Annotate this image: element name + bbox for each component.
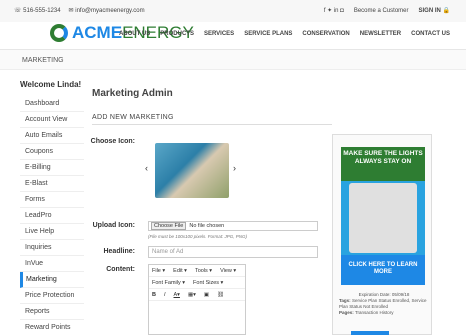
main-nav: ABOUT US PRODUCTS SERVICES SERVICE PLANS… <box>119 31 450 37</box>
file-hint: (File must be 100x100 pixels. Format: JP… <box>148 234 248 239</box>
sidebar-item-reports[interactable]: Reports <box>20 304 84 320</box>
sidebar-item-account-view[interactable]: Account View <box>20 112 84 128</box>
highlight-icon[interactable]: ▦▾ <box>188 292 196 298</box>
sidebar: Welcome Linda! Dashboard Account View Au… <box>20 80 84 335</box>
font-size-select[interactable]: Font Sizes ▾ <box>193 280 223 286</box>
font-family-select[interactable]: Font Family ▾ <box>152 280 185 286</box>
top-bar: ☏ 516-555-1234 ✉ info@myacmeenergy.com f… <box>0 0 466 22</box>
chevron-left-icon[interactable]: ‹ <box>145 163 148 173</box>
sidebar-item-live-help[interactable]: Live Help <box>20 224 84 240</box>
ad-banner[interactable]: MAKE SURE THE LIGHTS ALWAYS STAY ON CLIC… <box>341 147 425 285</box>
image-icon[interactable]: ▣ <box>204 292 209 298</box>
section-title: ADD NEW MARKETING <box>92 114 332 125</box>
become-customer-link[interactable]: Become a Customer <box>354 8 409 14</box>
headline-label: Headline: <box>103 248 135 255</box>
editor-fontbar: Font Family ▾ Font Sizes ▾ <box>149 277 245 289</box>
italic-icon[interactable]: I <box>164 292 166 298</box>
breadcrumb: MARKETING <box>0 50 466 70</box>
sidebar-item-coupons[interactable]: Coupons <box>20 144 84 160</box>
header: ACME ENERGY ABOUT US PRODUCTS SERVICES SE… <box>0 22 466 50</box>
generator-image <box>349 183 417 253</box>
content-label: Content: <box>106 266 135 273</box>
choose-file-button[interactable]: Choose File <box>151 222 187 230</box>
link-icon[interactable]: ⛓ <box>217 292 224 298</box>
carousel-image[interactable] <box>155 143 229 198</box>
ad-cta[interactable]: CLICK HERE TO LEARN MORE <box>341 255 425 285</box>
ad-tags: Tags: Service Plan Status Enrolled, Serv… <box>339 298 427 309</box>
file-input[interactable]: Choose File No file chosen <box>148 221 318 231</box>
sidebar-item-reward-points[interactable]: Reward Points <box>20 320 84 335</box>
editor-menu-tools[interactable]: Tools ▾ <box>195 268 212 274</box>
ad-details: Expiration Date: 05/09/18 Tags: Service … <box>339 292 429 316</box>
sidebar-item-e-billing[interactable]: E-Billing <box>20 160 84 176</box>
icon-carousel: ‹ › <box>145 143 245 198</box>
logo-icon <box>50 24 68 42</box>
upload-icon-label: Upload Icon: <box>92 222 135 229</box>
nav-conservation[interactable]: CONSERVATION <box>302 31 349 37</box>
ad-heading: MAKE SURE THE LIGHTS ALWAYS STAY ON <box>341 147 425 181</box>
ad-preview-panel: MAKE SURE THE LIGHTS ALWAYS STAY ON CLIC… <box>332 134 432 335</box>
editor-menu-edit[interactable]: Edit ▾ <box>173 268 187 274</box>
content-editor[interactable]: File ▾ Edit ▾ Tools ▾ View ▾ Font Family… <box>148 264 246 335</box>
nav-contact[interactable]: CONTACT US <box>411 31 450 37</box>
main-content: Marketing Admin ADD NEW MARKETING <box>92 88 452 125</box>
nav-newsletter[interactable]: NEWSLETTER <box>360 31 401 37</box>
bold-icon[interactable]: B <box>152 292 156 298</box>
sidebar-item-invue[interactable]: InVue <box>20 256 84 272</box>
editor-formatbar: B I A▾ ▦▾ ▣ ⛓ <box>149 289 245 301</box>
nav-products[interactable]: PRODUCTS <box>160 31 194 37</box>
sidebar-item-dashboard[interactable]: Dashboard <box>20 96 84 112</box>
choose-icon-label: Choose Icon: <box>90 138 135 145</box>
sidebar-item-marketing[interactable]: Marketing <box>20 272 84 288</box>
sidebar-item-inquiries[interactable]: Inquiries <box>20 240 84 256</box>
page-title: Marketing Admin <box>92 88 173 99</box>
sidebar-item-auto-emails[interactable]: Auto Emails <box>20 128 84 144</box>
social-icons[interactable]: f ✦ in ◘ <box>324 7 344 14</box>
editor-menubar: File ▾ Edit ▾ Tools ▾ View ▾ <box>149 265 245 277</box>
text-color-icon[interactable]: A▾ <box>174 292 180 298</box>
welcome-text: Welcome Linda! <box>20 80 82 89</box>
nav-services[interactable]: SERVICES <box>204 31 234 37</box>
file-status: No file chosen <box>189 223 225 229</box>
ad-pages: Pages: Transaction History <box>339 310 394 315</box>
sidebar-item-leadpro[interactable]: LeadPro <box>20 208 84 224</box>
headline-input[interactable]: Name of Ad <box>148 246 318 258</box>
nav-about[interactable]: ABOUT US <box>119 31 150 37</box>
page: { "top": {"phone": "516-555-1234", "emai… <box>0 0 466 335</box>
nav-service-plans[interactable]: SERVICE PLANS <box>244 31 292 37</box>
chevron-right-icon[interactable]: › <box>233 163 236 173</box>
sign-in-link[interactable]: SIGN IN 🔒 <box>419 7 450 14</box>
sidebar-item-forms[interactable]: Forms <box>20 192 84 208</box>
phone: ☏ 516-555-1234 <box>14 8 61 14</box>
email: ✉ info@myacmeenergy.com <box>68 8 145 14</box>
sidebar-item-e-blast[interactable]: E-Blast <box>20 176 84 192</box>
edit-ad-button[interactable] <box>351 331 389 335</box>
editor-menu-file[interactable]: File ▾ <box>152 268 165 274</box>
sidebar-item-price-protection[interactable]: Price Protection <box>20 288 84 304</box>
editor-menu-view[interactable]: View ▾ <box>220 268 236 274</box>
